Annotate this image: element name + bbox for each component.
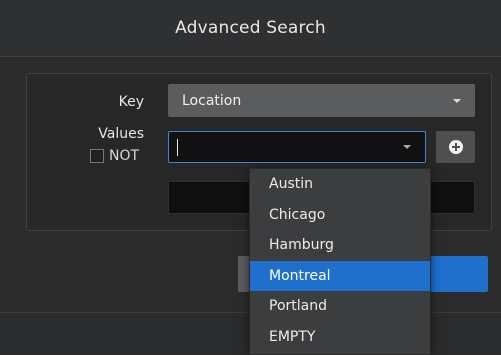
dropdown-option[interactable]: Portland — [250, 291, 430, 322]
key-label: Key — [118, 94, 144, 110]
dropdown-option[interactable]: EMPTY — [250, 322, 430, 353]
add-value-button[interactable] — [436, 131, 475, 163]
dialog-header: Advanced Search — [0, 0, 501, 57]
chevron-down-icon[interactable] — [403, 145, 411, 149]
values-dropdown-menu: Austin Chicago Hamburg Montreal Portland… — [249, 168, 431, 355]
plus-circle-icon — [448, 140, 463, 154]
chevron-down-icon — [453, 99, 461, 103]
not-checkbox[interactable] — [90, 149, 104, 163]
dropdown-option-highlighted[interactable]: Montreal — [250, 260, 430, 291]
key-select[interactable]: Location — [168, 84, 475, 117]
dropdown-option[interactable]: Chicago — [250, 200, 430, 231]
dropdown-option[interactable]: Hamburg — [250, 230, 430, 261]
text-cursor — [177, 139, 178, 156]
key-select-value: Location — [182, 92, 242, 109]
values-input[interactable] — [168, 131, 426, 163]
not-toggle[interactable]: NOT — [90, 148, 139, 164]
dialog-title: Advanced Search — [175, 18, 326, 38]
dropdown-option[interactable]: Austin — [250, 169, 430, 200]
values-label: Values — [98, 126, 144, 142]
not-label: NOT — [109, 148, 140, 164]
